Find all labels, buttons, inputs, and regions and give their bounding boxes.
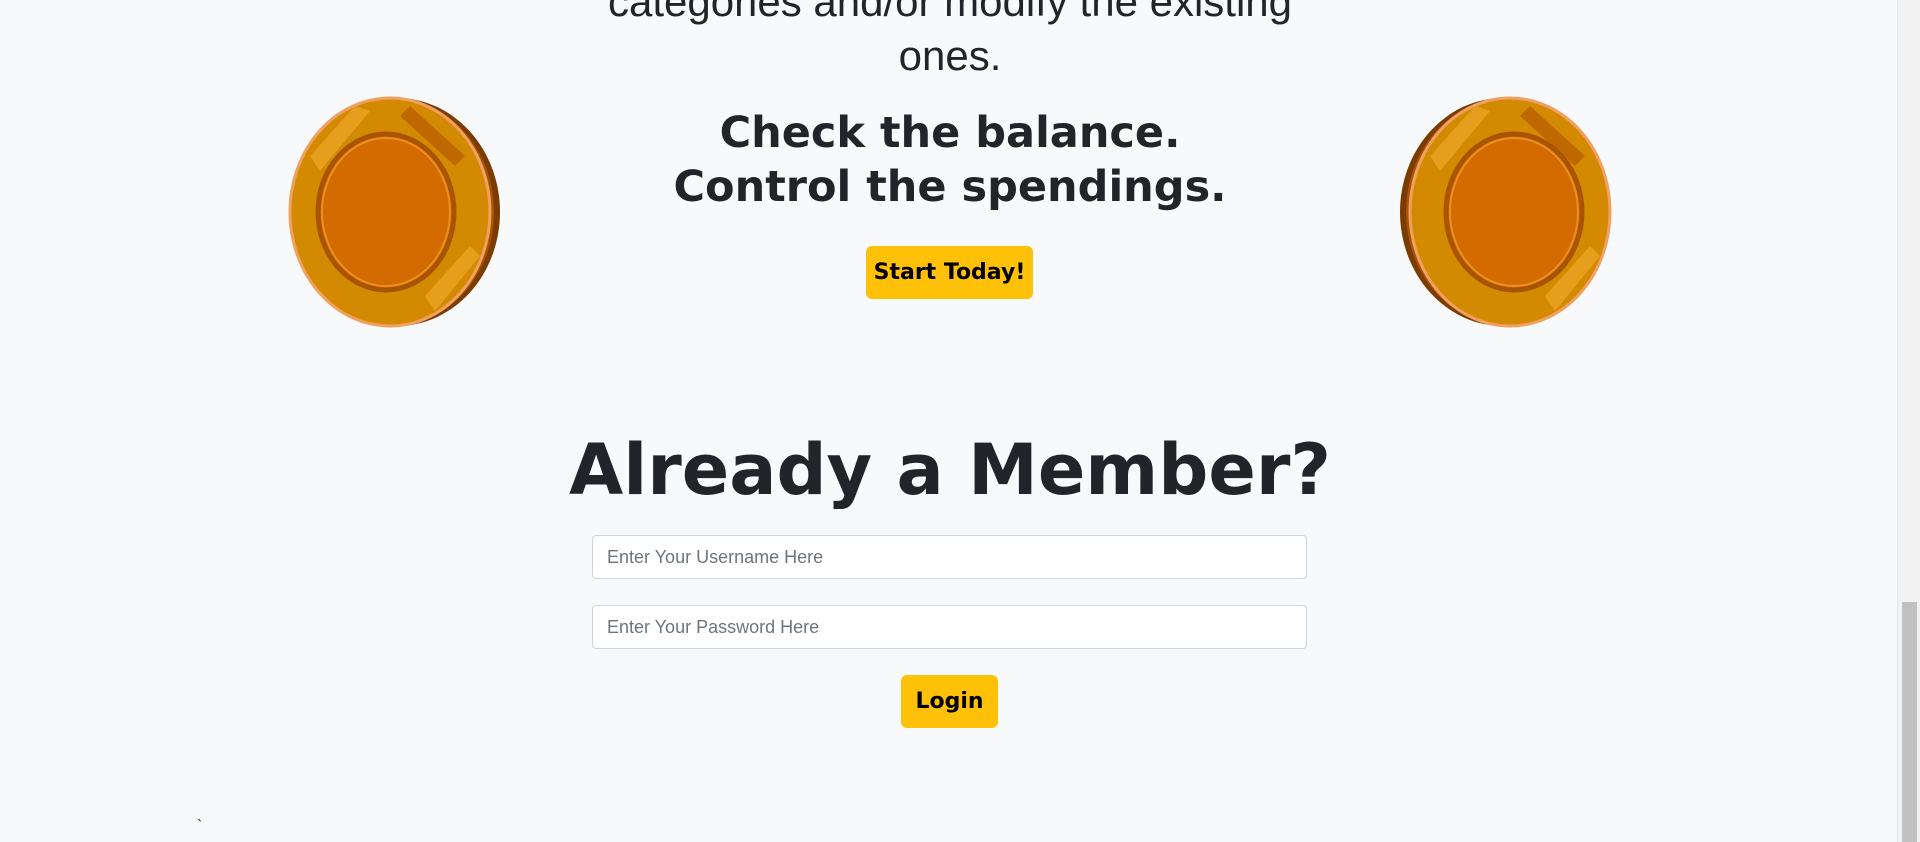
intro-line-2: ones. xyxy=(898,32,1002,79)
scrollbar-track[interactable] xyxy=(1897,0,1920,842)
password-input[interactable] xyxy=(592,605,1307,649)
intro-line-1: categories and/or modify the existing xyxy=(607,0,1293,25)
login-button[interactable]: Login xyxy=(901,675,998,728)
page: categories and/or modify the existing on… xyxy=(0,0,1920,842)
coin-icon xyxy=(1400,96,1612,328)
login-title: Already a Member? xyxy=(569,429,1331,511)
start-today-button[interactable]: Start Today! xyxy=(866,246,1033,299)
coin-icon xyxy=(288,96,500,328)
tagline-line-2: Control the spendings. xyxy=(673,162,1227,212)
tagline: Check the balance. Control the spendings… xyxy=(520,106,1380,214)
intro-text: categories and/or modify the existing on… xyxy=(520,0,1380,83)
stray-mark: ` xyxy=(197,818,203,835)
tagline-line-1: Check the balance. xyxy=(719,108,1181,158)
scrollbar-thumb[interactable] xyxy=(1902,602,1917,842)
username-input[interactable] xyxy=(592,535,1307,579)
